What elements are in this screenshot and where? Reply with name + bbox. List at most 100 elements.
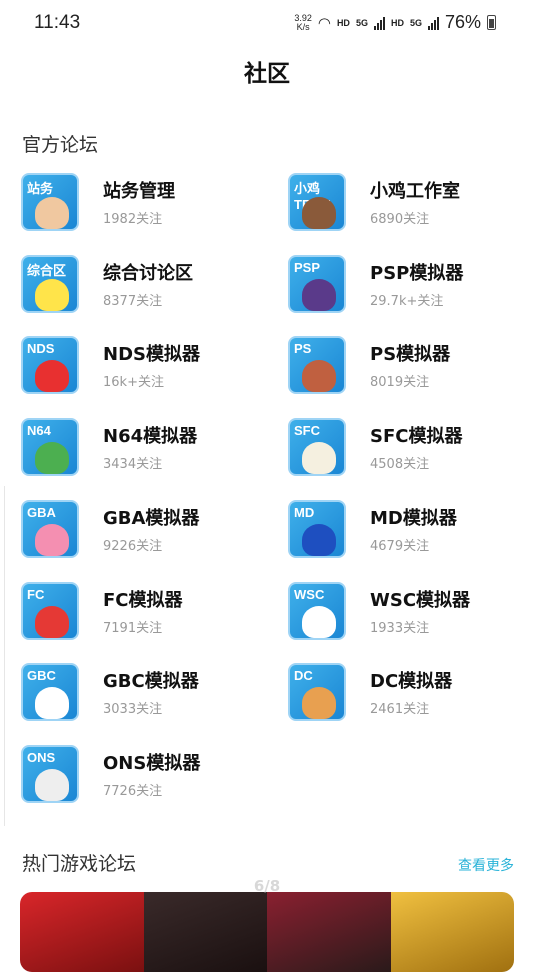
status-icons: 3.92 K/s ◠ HD 5G HD 5G 76% [294,12,496,33]
forum-name: DC模拟器 [370,671,453,693]
forum-item[interactable]: GBA GBA模拟器 9226关注 [21,499,261,562]
forum-name: GBA模拟器 [103,507,200,529]
forum-name: ONS模拟器 [103,752,201,774]
forum-name: SFC模拟器 [370,426,463,448]
clock: 11:43 [34,12,81,33]
forum-name: NDS模拟器 [103,344,200,366]
forum-icon-art [35,768,69,801]
forum-item[interactable]: NDS NDS模拟器 16k+关注 [21,336,261,398]
banner-pager: 6/8 [253,877,281,895]
forum-followers: 7726关注 [103,783,163,799]
signal-icon-2 [427,16,439,30]
forum-item[interactable]: MD MD模拟器 4679关注 [288,499,528,562]
forum-name: N64模拟器 [103,426,198,448]
forum-name: PSP模拟器 [370,262,464,284]
forum-followers: 6890关注 [370,212,430,227]
forum-item[interactable]: WSC WSC模拟器 1933关注 [288,581,528,644]
forum-icon: ONS [21,744,79,803]
forum-followers: 8377关注 [103,293,163,309]
forum-icon-badge: PSP [294,259,321,275]
forum-item[interactable]: ONS ONS模拟器 7726关注 [21,744,261,807]
forum-icon: WSC [288,581,346,640]
forum-icon: GBC [21,663,79,722]
forum-name: WSC模拟器 [370,589,471,611]
forum-icon-badge: NDS [27,341,55,357]
forum-icon-art [35,605,69,638]
forum-icon-badge: GBA [27,504,56,520]
forum-item[interactable]: N64 N64模拟器 3434关注 [21,418,261,480]
hd-badge-1: HD [336,17,350,28]
network-type-1: 5G [355,17,368,28]
forum-icon: N64 [21,418,79,477]
forum-icon: SFC [288,418,346,477]
forum-followers: 16k+关注 [103,375,164,391]
forum-item[interactable]: GBC GBC模拟器 3033关注 [21,663,261,725]
forum-icon: 小鸡TEAM [288,173,346,231]
forum-followers: 4679关注 [370,538,430,554]
forum-icon-badge: N64 [27,423,51,439]
forum-icon-badge: SFC [294,423,320,439]
forum-icon-badge: WSC [294,586,325,602]
forum-followers: 8019关注 [370,375,430,391]
forum-icon-art [35,197,69,229]
official-forums-title: 官方论坛 [22,134,99,156]
view-more-link[interactable]: 查看更多 [458,855,514,875]
forum-icon-badge: 站务 [27,181,54,196]
page-title: 社区 [244,61,290,87]
forum-icon-art [35,360,69,393]
forum-icon-badge: DC [294,668,313,684]
forum-followers: 4508关注 [370,457,430,473]
forum-item[interactable]: FC FC模拟器 7191关注 [21,581,261,644]
forum-icon: PSP [288,254,346,313]
forum-name: MD模拟器 [370,507,457,529]
forum-name: 站务管理 [103,181,175,202]
forum-item[interactable]: SFC SFC模拟器 4508关注 [288,418,528,480]
forum-icon: DC [288,663,346,722]
forum-item[interactable]: DC DC模拟器 2461关注 [288,663,528,725]
forum-icon: GBA [21,499,79,558]
battery-icon [487,15,496,30]
forum-followers: 3434关注 [103,457,163,473]
forum-item[interactable]: PS PS模拟器 8019关注 [288,336,528,398]
hd-badge-2: HD [390,17,404,28]
forum-icon-badge: 综合区 [27,262,67,278]
forum-name: FC模拟器 [103,589,183,611]
forum-followers: 9226关注 [103,538,163,554]
forum-item[interactable]: PSP PSP模拟器 29.7k+关注 [288,254,528,317]
forum-icon-art [35,687,69,720]
forum-name: 综合讨论区 [103,262,193,284]
forum-icon: MD [288,499,346,558]
battery-percent: 76% [444,12,481,32]
forum-icon: 综合区 [21,254,79,313]
forum-name: GBC模拟器 [103,671,199,693]
scroll-edge [0,486,5,826]
forum-name: 小鸡工作室 [370,181,460,202]
forum-icon-art [302,523,336,556]
forum-icon-art [35,523,69,556]
forum-followers: 3033关注 [103,702,163,718]
forum-icon: NDS [21,336,79,395]
hot-forums-title: 热门游戏论坛 [22,853,137,875]
forum-icon-badge: ONS [27,749,56,765]
forum-icon-badge: GBC [27,668,56,684]
forum-icon-badge: MD [294,504,315,520]
forum-item[interactable]: 站务 站务管理 1982关注 [21,173,261,235]
network-speed-unit: K/s [296,21,310,32]
forum-icon-art [35,278,69,311]
forum-icon-art [302,360,336,393]
forum-name: PS模拟器 [370,344,451,366]
forum-icon-art [302,278,336,311]
forum-icon-badge: PS [294,341,312,357]
forum-followers: 29.7k+关注 [370,293,444,309]
forum-item[interactable]: 小鸡TEAM 小鸡工作室 6890关注 [288,173,528,235]
wifi-icon: ◠ [317,14,331,32]
forum-icon-art [35,442,69,475]
forum-item[interactable]: 综合区 综合讨论区 8377关注 [21,254,261,317]
hot-game-banner[interactable] [20,892,514,972]
status-bar: 11:43 3.92 K/s ◠ HD 5G HD 5G 76% [0,0,534,46]
forum-followers: 7191关注 [103,620,163,636]
forum-followers: 1982关注 [103,212,163,227]
forum-followers: 1933关注 [370,620,430,636]
forum-icon-art [302,442,336,475]
network-speed: 3.92 K/s [294,13,312,32]
